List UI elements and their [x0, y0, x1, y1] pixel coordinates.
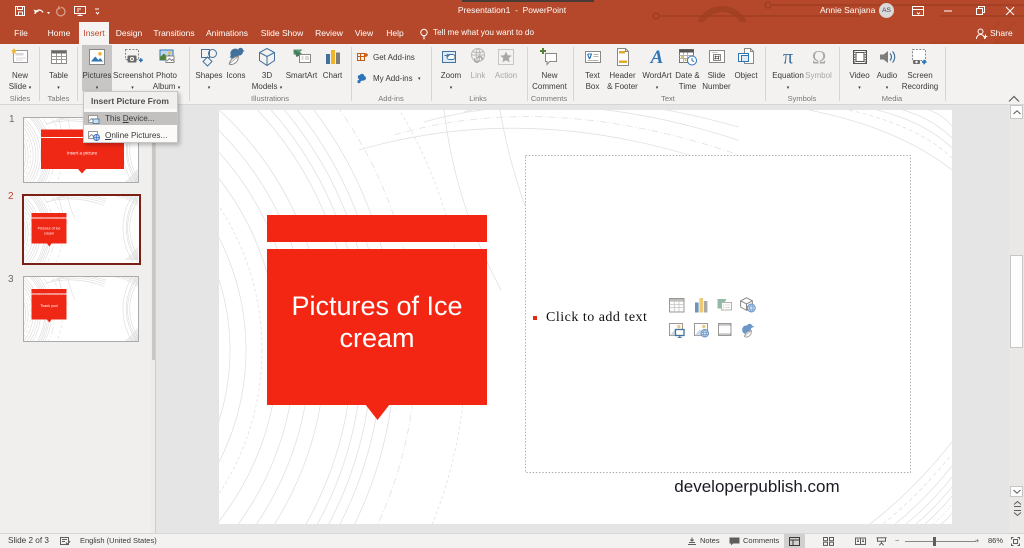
svg-text:A: A: [650, 47, 664, 67]
svg-text:Pictures of Ice: Pictures of Ice: [38, 227, 61, 231]
svg-text:Ω: Ω: [811, 48, 825, 68]
svg-text:π: π: [783, 47, 793, 67]
svg-text:cream: cream: [44, 232, 54, 236]
svg-text:Thank you!: Thank you!: [40, 304, 58, 308]
svg-text:Insert a picture: Insert a picture: [67, 151, 98, 156]
